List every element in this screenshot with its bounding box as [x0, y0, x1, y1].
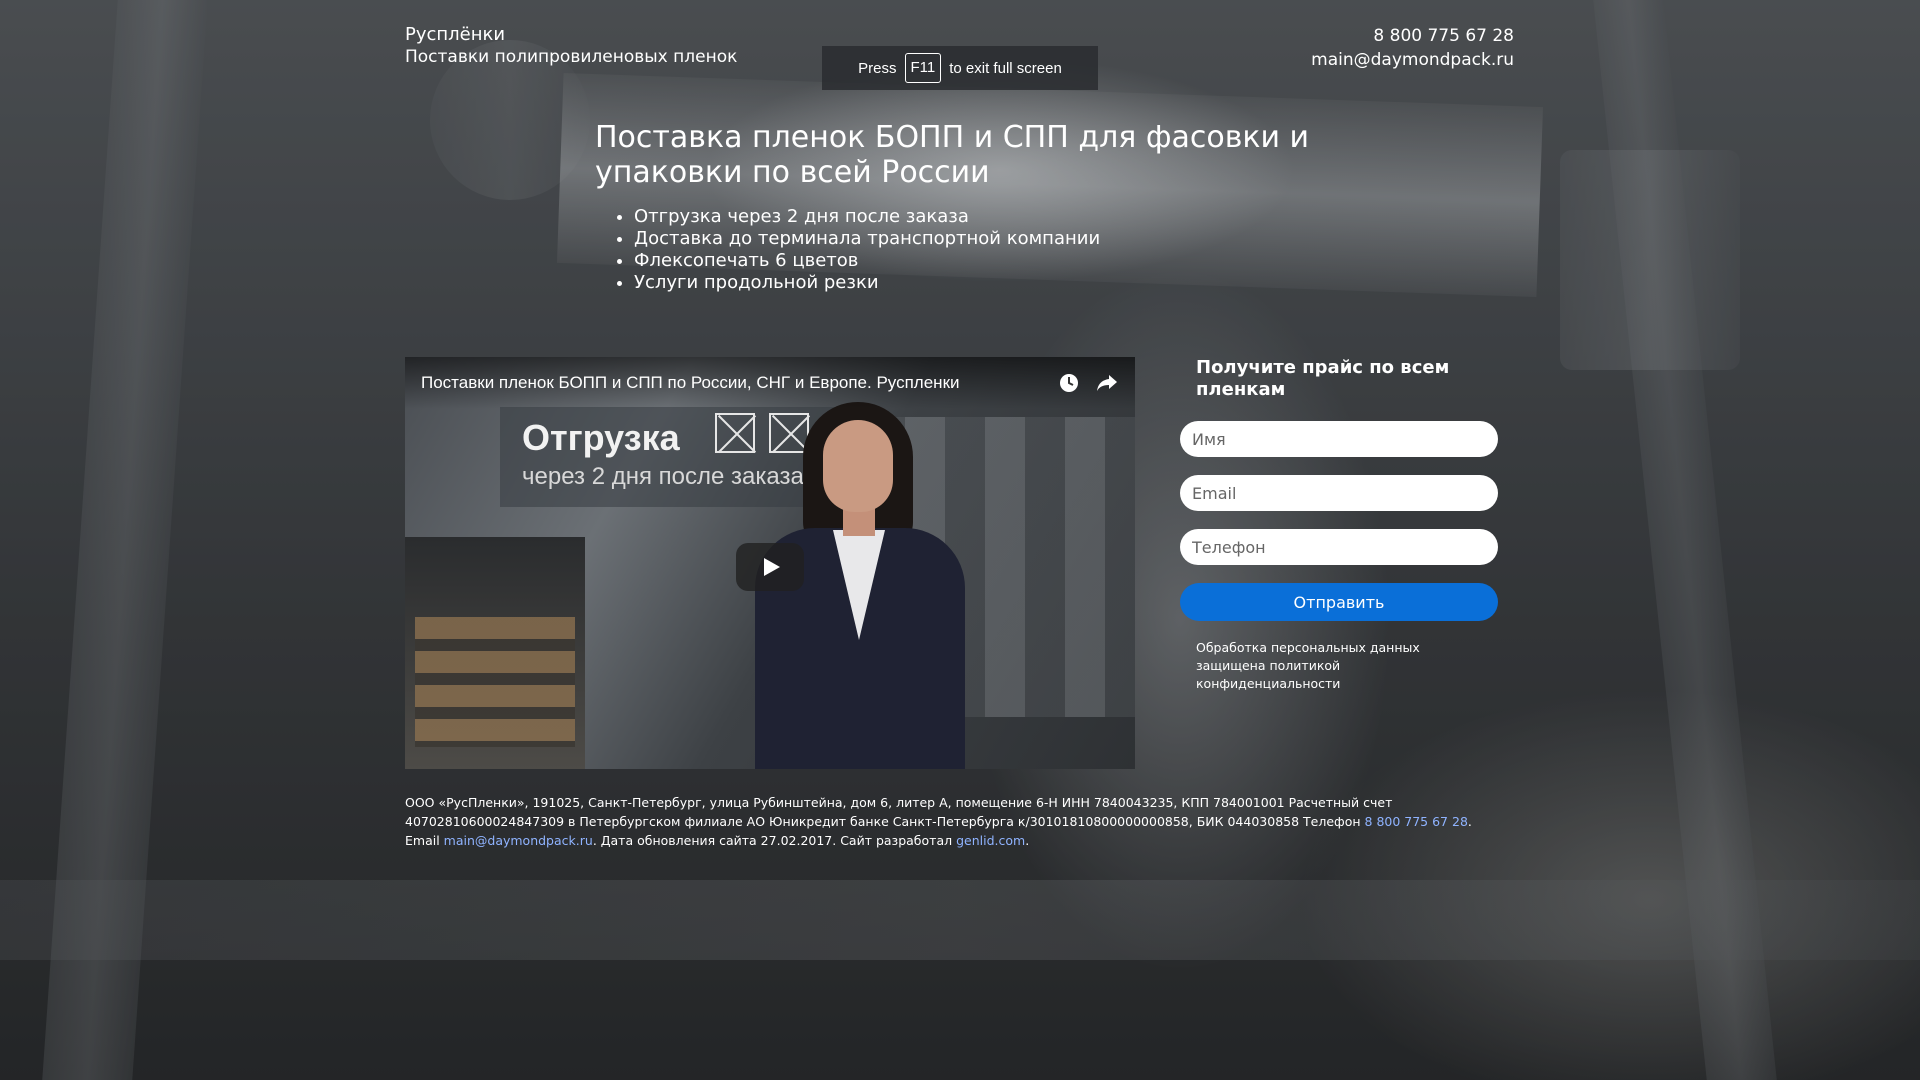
- fullscreen-suffix-text: to exit full screen: [949, 59, 1062, 77]
- benefit-item: Доставка до терминала транспортной компа…: [634, 228, 1100, 250]
- video-topbar: Поставки пленок БОПП и СПП по России, СН…: [405, 357, 1135, 409]
- fullscreen-notice: Press F11 to exit full screen: [822, 46, 1098, 90]
- footer-email-label: Email: [405, 833, 444, 848]
- privacy-note: Обработка персональных данных защищена п…: [1196, 640, 1420, 691]
- footer-developer-link[interactable]: genlid.com: [956, 833, 1025, 848]
- submit-button[interactable]: Отправить: [1180, 583, 1498, 621]
- share-icon[interactable]: [1095, 371, 1119, 395]
- video-player[interactable]: Отгрузка через 2 дня после заказа Постав…: [405, 357, 1135, 769]
- footer-email-link[interactable]: main@daymondpack.ru: [444, 833, 593, 848]
- phone-input[interactable]: [1180, 529, 1498, 565]
- footer-phone-link[interactable]: 8 800 775 67 28: [1365, 814, 1468, 829]
- clock-icon[interactable]: [1057, 371, 1081, 395]
- benefit-item: Флексопечать 6 цветов: [634, 250, 1100, 272]
- video-caption-title: Отгрузка: [522, 417, 680, 458]
- footer-text-sep: .: [1467, 814, 1472, 829]
- brand-name: Руcплёнки: [405, 24, 506, 45]
- brand-tagline: Поставки полипровиленовых пленок: [405, 47, 738, 67]
- brand: Руcплёнки Поставки полипровиленовых плен…: [405, 24, 737, 68]
- name-input[interactable]: [1180, 421, 1498, 457]
- footer: ООО «РусПленки», 191025, Санкт-Петербург…: [405, 793, 1515, 850]
- header-phone[interactable]: 8 800 775 67 28: [1311, 24, 1514, 48]
- price-request-form: Получите прайс по всем пленкам Отправить…: [1180, 357, 1500, 693]
- hero-title: Поставка пленок БОПП и СПП для фасовки и…: [595, 120, 1310, 190]
- video-title[interactable]: Поставки пленок БОПП и СПП по России, СН…: [421, 373, 1043, 393]
- fullscreen-press-text: Press: [858, 59, 897, 77]
- benefit-item: Услуги продольной резки: [634, 272, 1100, 294]
- header-email-link[interactable]: main@daymondpack.ru: [1311, 48, 1514, 72]
- form-title: Получите прайс по всем пленкам: [1196, 357, 1450, 400]
- footer-update-info: . Дата обновления сайта 27.02.2017. Сайт…: [592, 833, 957, 848]
- header-contacts: 8 800 775 67 28 main@daymondpack.ru: [1311, 24, 1514, 72]
- benefit-item: Отгрузка через 2 дня после заказа: [634, 206, 1100, 228]
- video-background-rolls: [415, 617, 575, 747]
- f11-key: F11: [904, 53, 942, 83]
- footer-company-info: ООО «РусПленки», 191025, Санкт-Петербург…: [405, 795, 1393, 829]
- footer-end: .: [1025, 833, 1030, 848]
- email-input[interactable]: [1180, 475, 1498, 511]
- play-icon[interactable]: [736, 543, 804, 591]
- benefits-list: Отгрузка через 2 дня после заказа Достав…: [634, 206, 1100, 294]
